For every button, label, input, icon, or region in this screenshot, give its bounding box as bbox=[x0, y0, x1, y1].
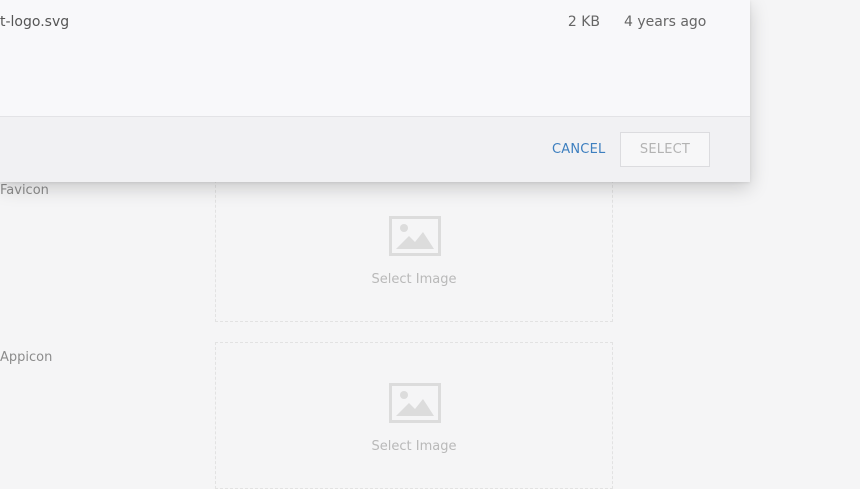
appicon-label: Appicon bbox=[0, 350, 53, 365]
select-image-text: Select Image bbox=[371, 272, 457, 287]
cancel-button[interactable]: CANCEL bbox=[552, 142, 605, 157]
dialog-footer: CANCEL SELECT bbox=[0, 116, 750, 182]
favicon-image-picker[interactable]: Select Image bbox=[215, 170, 613, 322]
image-placeholder-icon bbox=[389, 383, 441, 423]
select-button[interactable]: SELECT bbox=[620, 132, 710, 167]
file-size: 2 KB bbox=[567, 14, 600, 30]
file-picker-dialog: t-logo.svg 2 KB 4 years ago CANCEL SELEC… bbox=[0, 0, 750, 182]
select-image-text: Select Image bbox=[371, 439, 457, 454]
image-placeholder-icon bbox=[389, 216, 441, 256]
favicon-label: Favicon bbox=[0, 183, 49, 198]
file-modified-date: 4 years ago bbox=[624, 14, 707, 30]
appicon-image-picker[interactable]: Select Image bbox=[215, 342, 613, 489]
file-row[interactable]: t-logo.svg 2 KB 4 years ago bbox=[0, 0, 750, 46]
file-name: t-logo.svg bbox=[0, 14, 70, 30]
